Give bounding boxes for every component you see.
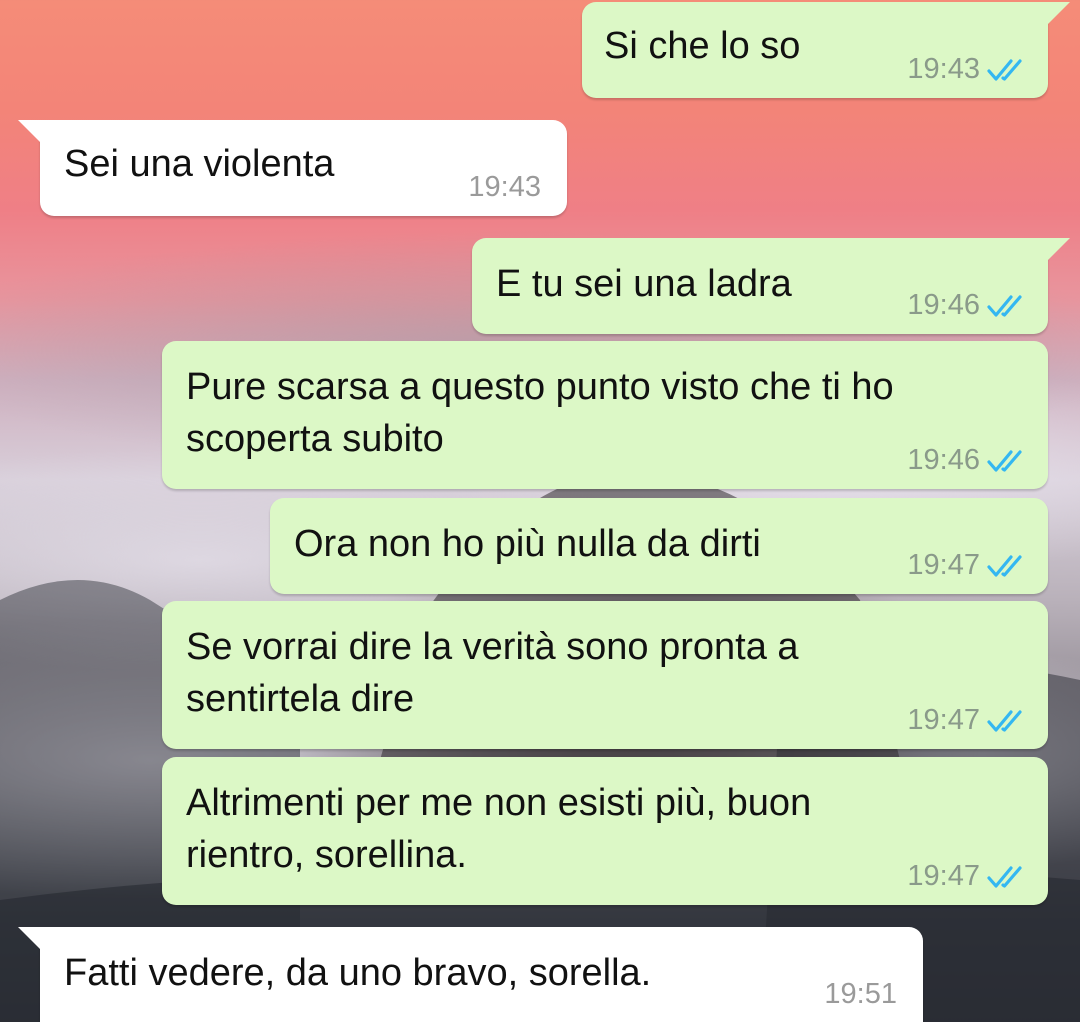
message-bubble-outgoing[interactable]: Si che lo so 19:43 bbox=[582, 2, 1070, 98]
message-meta: 19:47 bbox=[907, 704, 1026, 737]
message-time: 19:47 bbox=[907, 704, 980, 736]
message-text: Si che lo so bbox=[604, 25, 801, 67]
message-meta: 19:47 bbox=[907, 860, 1026, 893]
message-bubble-outgoing[interactable]: Ora non ho più nulla da dirti 19:47 bbox=[270, 498, 1048, 594]
message-bubble-outgoing[interactable]: Se vorrai dire la verità sono pronta a s… bbox=[162, 601, 1048, 749]
read-receipt-icon bbox=[987, 865, 1022, 888]
message-meta: 19:46 bbox=[907, 289, 1026, 322]
message-bubble-outgoing[interactable]: Altrimenti per me non esisti più, buon r… bbox=[162, 757, 1048, 905]
message-text: Altrimenti per me non esisti più, buon r… bbox=[186, 782, 812, 876]
message-bubble-incoming[interactable]: Fatti vedere, da uno bravo, sorella. 19:… bbox=[18, 927, 923, 1022]
message-time: 19:47 bbox=[907, 860, 980, 892]
bubble-tail bbox=[18, 927, 44, 953]
message-text: Ora non ho più nulla da dirti bbox=[294, 523, 761, 565]
message-time: 19:46 bbox=[907, 444, 980, 476]
read-receipt-icon bbox=[987, 554, 1022, 577]
bubble-tail bbox=[18, 120, 44, 146]
message-time: 19:46 bbox=[907, 289, 980, 321]
message-meta: 19:47 bbox=[907, 549, 1026, 582]
message-text: Fatti vedere, da uno bravo, sorella. bbox=[64, 952, 652, 994]
message-bubble-outgoing[interactable]: Pure scarsa a questo punto visto che ti … bbox=[162, 341, 1048, 489]
message-text: Sei una violenta bbox=[64, 143, 335, 185]
read-receipt-icon bbox=[987, 294, 1022, 317]
read-receipt-icon bbox=[987, 449, 1022, 472]
message-bubble-outgoing[interactable]: E tu sei una ladra 19:46 bbox=[472, 238, 1070, 334]
message-time: 19:43 bbox=[907, 53, 980, 85]
message-meta: 19:51 bbox=[824, 978, 897, 1011]
message-text: E tu sei una ladra bbox=[496, 263, 792, 305]
message-meta: 19:43 bbox=[468, 171, 541, 204]
message-meta: 19:46 bbox=[907, 444, 1026, 477]
message-text: Pure scarsa a questo punto visto che ti … bbox=[186, 366, 894, 460]
message-time: 19:47 bbox=[907, 549, 980, 581]
message-bubble-incoming[interactable]: Sei una violenta 19:43 bbox=[18, 120, 567, 216]
bubble-tail bbox=[1044, 238, 1070, 264]
message-time: 19:51 bbox=[824, 978, 897, 1010]
message-text: Se vorrai dire la verità sono pronta a s… bbox=[186, 626, 799, 720]
bubble-tail bbox=[1044, 2, 1070, 28]
read-receipt-icon bbox=[987, 709, 1022, 732]
read-receipt-icon bbox=[987, 58, 1022, 81]
message-meta: 19:43 bbox=[907, 53, 1026, 86]
message-time: 19:43 bbox=[468, 171, 541, 203]
